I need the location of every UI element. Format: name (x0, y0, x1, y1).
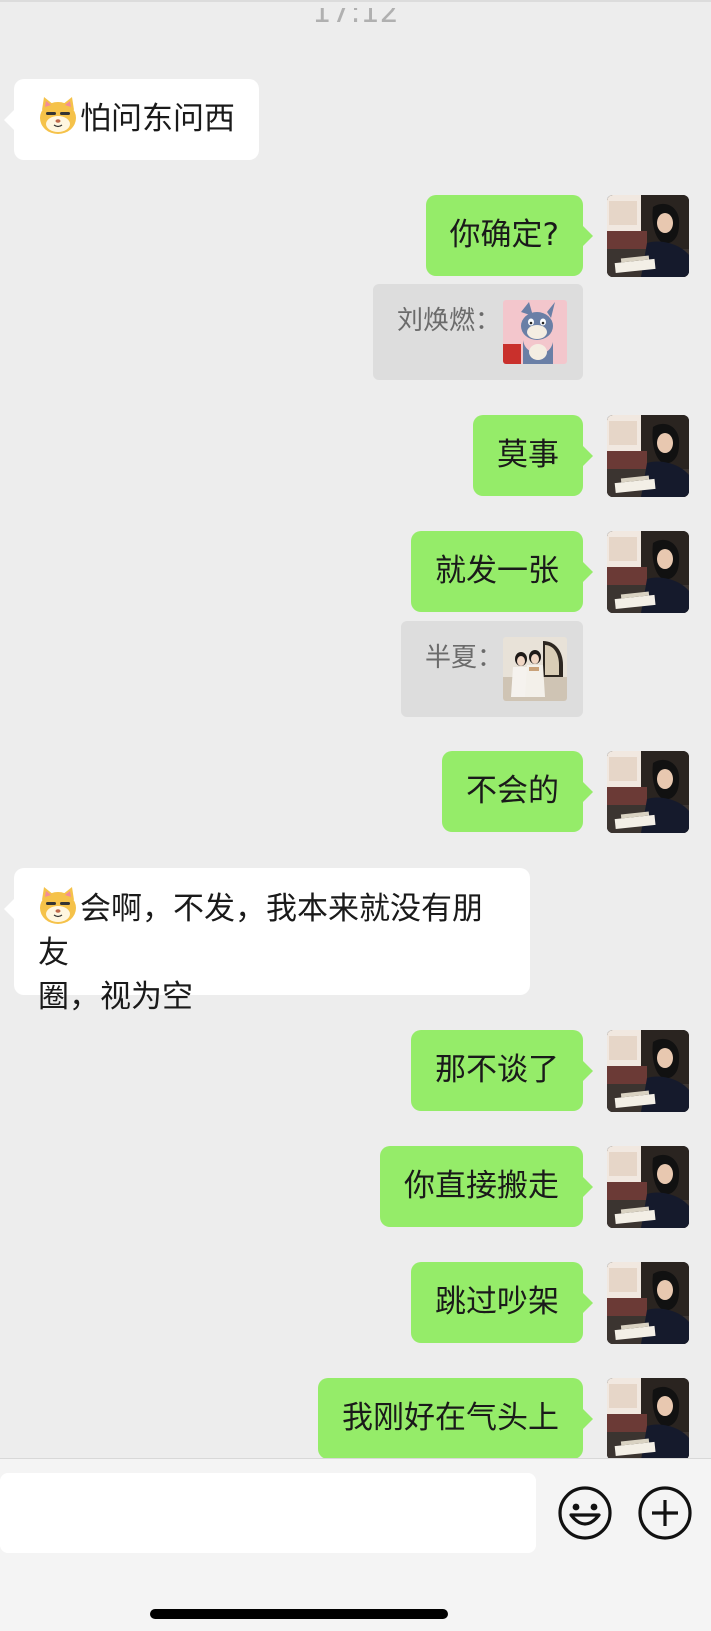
quoted-image-thumbnail[interactable] (503, 300, 567, 364)
message-text: 那不谈了 (435, 1052, 559, 1088)
message-line: 会啊，不发，我本来就没有朋友 (38, 886, 506, 975)
message-bubble-outgoing[interactable]: 莫事 (473, 415, 593, 496)
message-text: 怕问东问西 (80, 101, 235, 137)
avatar[interactable] (607, 415, 689, 497)
message-text: 会啊，不发，我本来就没有朋友 (38, 891, 483, 971)
quoted-image-thumbnail[interactable] (503, 637, 567, 701)
more-button[interactable] (635, 1483, 695, 1543)
message-text: 不会的 (466, 773, 559, 809)
avatar[interactable] (607, 1146, 689, 1228)
message-text: 就发一张 (435, 553, 559, 589)
avatar[interactable] (607, 1030, 689, 1112)
message-text: 你确定? (449, 217, 559, 253)
message-line: 圈，视为空 (38, 979, 193, 1015)
message-text: 莫事 (497, 437, 559, 473)
message-text: 我刚好在气头上 (342, 1400, 559, 1436)
message-bubble-outgoing[interactable]: 那不谈了 (411, 1030, 593, 1111)
photo-image (503, 637, 567, 701)
plus-circle-icon (638, 1486, 692, 1540)
message-bubble-outgoing[interactable]: 我刚好在气头上 (318, 1378, 593, 1459)
avatar[interactable] (607, 195, 689, 277)
message-bubble-outgoing[interactable]: 你确定? (425, 195, 594, 276)
avatar[interactable] (607, 1378, 689, 1460)
home-indicator[interactable] (150, 1609, 448, 1619)
chat-input-bar (0, 1458, 711, 1631)
avatar-image (607, 1146, 689, 1228)
avatar-image (607, 751, 689, 833)
message-input[interactable] (0, 1473, 536, 1553)
avatar-image (607, 1378, 689, 1460)
emoji-button[interactable] (555, 1483, 615, 1543)
avatar-image (607, 1030, 689, 1112)
top-edge-divider (0, 0, 711, 2)
timestamp: 17:12 (312, 8, 399, 30)
avatar[interactable] (607, 751, 689, 833)
quoted-message[interactable]: 刘焕燃： (373, 284, 583, 380)
smiley-face-icon (558, 1486, 612, 1540)
cat-emoji-icon (39, 886, 77, 925)
message-text: 跳过吵架 (435, 1284, 559, 1320)
avatar-image (607, 1262, 689, 1344)
cartoon-cat-image (503, 300, 567, 364)
avatar[interactable] (607, 1262, 689, 1344)
avatar-image (607, 415, 689, 497)
quoted-sender-name: 半夏： (425, 643, 504, 673)
avatar-image (607, 195, 689, 277)
quoted-message[interactable]: 半夏： (401, 621, 583, 717)
message-text: 你直接搬走 (404, 1168, 559, 1204)
message-bubble-outgoing[interactable]: 你直接搬走 (380, 1146, 593, 1227)
quoted-sender-name: 刘焕燃： (397, 306, 502, 336)
avatar[interactable] (607, 531, 689, 613)
message-bubble-incoming[interactable]: 怕问东问西 (4, 79, 259, 160)
message-bubble-outgoing[interactable]: 就发一张 (411, 531, 593, 612)
message-bubble-outgoing[interactable]: 跳过吵架 (411, 1262, 593, 1343)
avatar-image (607, 531, 689, 613)
cat-emoji-icon (39, 96, 77, 135)
message-bubble-incoming[interactable]: 会啊，不发，我本来就没有朋友 圈，视为空 (4, 868, 530, 1015)
message-bubble-outgoing[interactable]: 不会的 (442, 751, 593, 832)
